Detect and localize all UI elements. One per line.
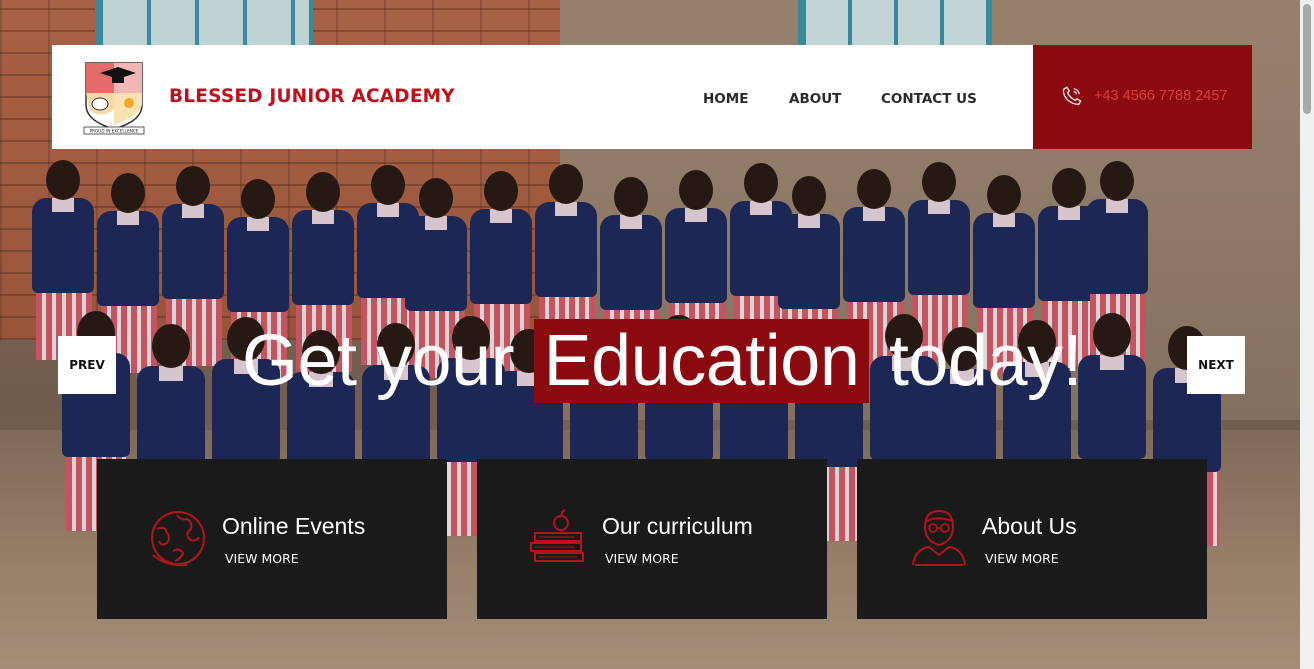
slider-next-button[interactable]: NEXT (1187, 336, 1245, 394)
books-apple-icon (530, 509, 584, 562)
teacher-icon (912, 509, 966, 566)
brand-name[interactable]: BLESSED JUNIOR ACADEMY (169, 86, 455, 107)
phone-number[interactable]: +43 4566 7788 2457 (1094, 88, 1227, 104)
card-title: Our curriculum (602, 513, 753, 539)
slider-prev-button[interactable]: PREV (58, 336, 116, 394)
nav-contact-us[interactable]: CONTACT US (881, 91, 977, 107)
view-more-link[interactable]: VIEW MORE (605, 551, 679, 566)
phone-icon (1062, 86, 1082, 105)
school-logo[interactable]: PROUD IN EXCELLENCE (82, 59, 146, 135)
phone-contact-box[interactable]: +43 4566 7788 2457 (1033, 45, 1252, 149)
view-more-link[interactable]: VIEW MORE (985, 551, 1059, 566)
globe-icon (151, 511, 205, 567)
hero-headline: Get your Education today! (242, 318, 1083, 404)
card-title: Online Events (222, 513, 366, 539)
nav-home[interactable]: HOME (703, 91, 748, 107)
headline-highlight: Education (533, 319, 870, 403)
nav-about[interactable]: ABOUT (789, 91, 841, 107)
card-title: About Us (982, 513, 1077, 539)
headline-suffix: today! (888, 321, 1083, 401)
headline-prefix: Get your (242, 321, 515, 401)
site-header: PROUD IN EXCELLENCE BLESSED JUNIOR ACADE… (52, 45, 1033, 149)
card-online-events[interactable]: Online Events VIEW MORE (97, 459, 447, 619)
scrollbar-thumb[interactable] (1303, 4, 1311, 114)
card-our-curriculum[interactable]: Our curriculum VIEW MORE (477, 459, 827, 619)
card-about-us[interactable]: About Us VIEW MORE (857, 459, 1207, 619)
view-more-link[interactable]: VIEW MORE (225, 551, 299, 566)
logo-motto: PROUD IN EXCELLENCE (90, 129, 139, 134)
